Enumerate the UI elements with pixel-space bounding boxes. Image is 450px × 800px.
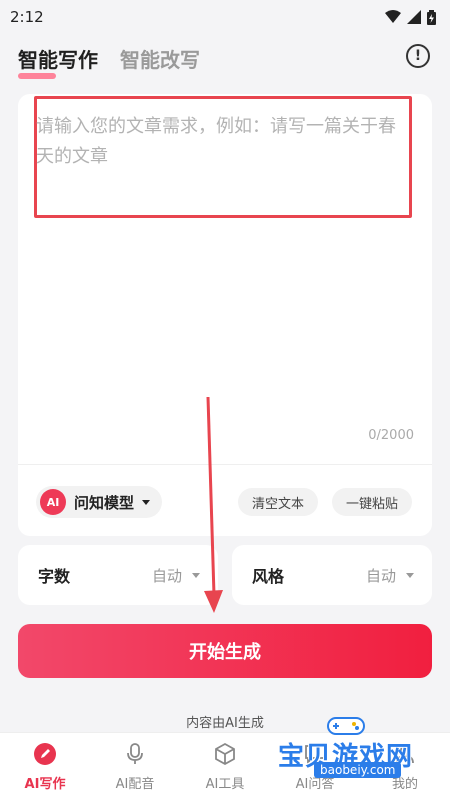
status-icons [385, 9, 436, 25]
watermark: 宝贝游戏网 baobeiy.com [270, 712, 430, 792]
option-label: 字数 [38, 567, 71, 586]
header: 智能写作 智能改写 ! [0, 36, 450, 80]
nav-label: AI写作 [24, 777, 66, 792]
signal-icon [407, 10, 421, 24]
model-label: 问知模型 [74, 493, 135, 512]
paste-button[interactable]: 一键粘贴 [332, 488, 413, 516]
model-selector[interactable]: AI 问知模型 [36, 486, 163, 518]
status-bar: 2:12 [0, 0, 450, 34]
nav-item-ai-writing[interactable]: AI写作 [0, 733, 90, 800]
caret-down-icon [406, 572, 414, 578]
word-count-selector[interactable]: 字数 自动 [18, 545, 218, 605]
tab-label: 智能写作 [18, 47, 98, 72]
clear-text-button[interactable]: 清空文本 [238, 488, 319, 516]
option-value: 自动 [366, 565, 414, 586]
watermark-url: baobeiy.com [314, 762, 402, 778]
tab-label: 智能改写 [120, 47, 200, 72]
option-label: 风格 [252, 567, 285, 586]
tab-smart-writing[interactable]: 智能写作 [18, 44, 98, 79]
option-value-text: 自动 [365, 566, 396, 585]
style-selector[interactable]: 风格 自动 [232, 545, 432, 605]
annotation-arrow [204, 396, 223, 613]
gamepad-icon [327, 717, 365, 735]
pen-icon [32, 741, 58, 767]
generate-button[interactable]: 开始生成 [18, 624, 432, 678]
battery-icon [427, 9, 436, 25]
cube-icon [212, 741, 238, 767]
caret-down-icon [142, 499, 151, 505]
status-time: 2:12 [10, 8, 44, 26]
microphone-icon [122, 741, 148, 767]
model-logo-icon: AI [40, 489, 66, 515]
wifi-icon [385, 10, 401, 23]
nav-label: AI配音 [115, 777, 155, 792]
nav-item-ai-voice[interactable]: AI配音 [90, 733, 180, 800]
prompt-input[interactable]: 请输入您的文章需求，例如：请写一篇关于春天的文章 [36, 112, 406, 172]
nav-label: AI工具 [205, 777, 245, 792]
tab-active-indicator [18, 72, 56, 79]
option-value-text: 自动 [151, 566, 182, 585]
info-icon[interactable]: ! [406, 44, 430, 68]
tab-smart-rewrite[interactable]: 智能改写 [120, 44, 200, 73]
nav-item-ai-tools[interactable]: AI工具 [180, 733, 270, 800]
character-counter: 0/2000 [368, 428, 414, 443]
